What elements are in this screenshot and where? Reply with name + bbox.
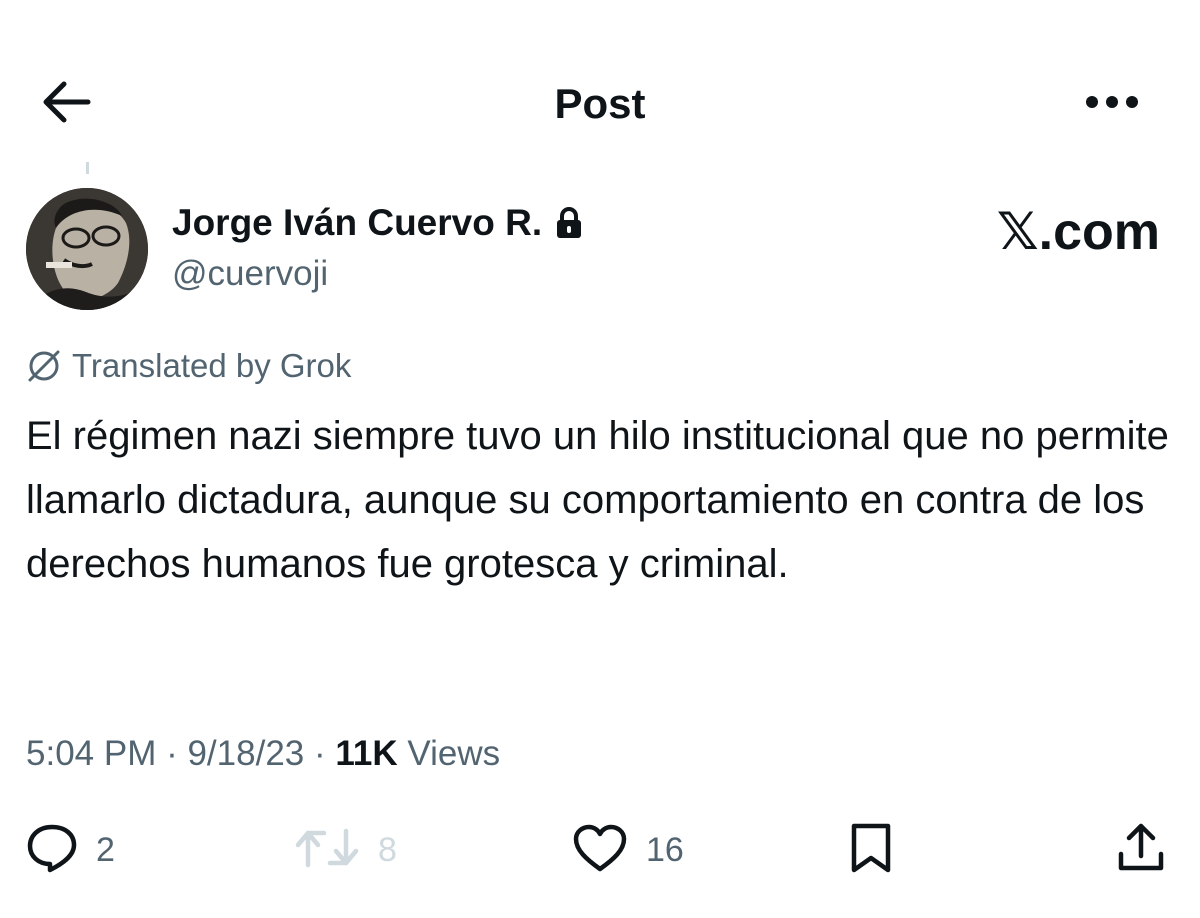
avatar[interactable] <box>26 188 148 310</box>
repost-button[interactable]: 8 <box>294 820 397 880</box>
more-options-button[interactable] <box>1080 80 1144 128</box>
meta-separator: · <box>304 734 336 773</box>
bookmark-icon <box>848 822 894 879</box>
reply-count: 2 <box>96 830 115 869</box>
share-icon <box>1116 822 1166 879</box>
bookmark-button[interactable] <box>848 820 894 880</box>
page-title: Post <box>554 80 646 127</box>
grok-icon <box>26 348 62 384</box>
site-watermark: 𝕏.com <box>996 203 1160 261</box>
decorative-mark <box>86 162 89 174</box>
like-count: 16 <box>646 830 684 869</box>
post-text: El régimen nazi siempre tuvo un hilo ins… <box>26 414 1169 586</box>
post-date[interactable]: 9/18/23 <box>187 734 304 773</box>
lock-icon <box>556 207 582 239</box>
like-button[interactable]: 16 <box>572 820 684 880</box>
reply-icon <box>26 823 78 878</box>
translation-label-text: Translated by Grok <box>72 347 352 384</box>
repost-count: 8 <box>378 830 397 869</box>
back-button[interactable] <box>36 76 96 132</box>
post-meta: 5:04 PM · 9/18/23 · 11K Views <box>26 728 500 780</box>
translation-label[interactable]: Translated by Grok <box>26 344 351 388</box>
share-button[interactable] <box>1116 820 1166 880</box>
author-handle[interactable]: @cuervoji <box>172 252 328 296</box>
author-name-text: Jorge Iván Cuervo R. <box>172 202 543 243</box>
reply-button[interactable]: 2 <box>26 820 115 880</box>
post-time[interactable]: 5:04 PM <box>26 734 156 773</box>
meta-separator: · <box>156 734 188 773</box>
more-dots-icon <box>1085 95 1139 114</box>
author-name[interactable]: Jorge Iván Cuervo R. <box>172 198 582 248</box>
heart-icon <box>572 823 628 878</box>
repost-icon <box>294 825 360 876</box>
views-label: Views <box>407 734 501 773</box>
views-count: 11K <box>335 734 398 773</box>
arrow-left-icon <box>40 80 92 129</box>
